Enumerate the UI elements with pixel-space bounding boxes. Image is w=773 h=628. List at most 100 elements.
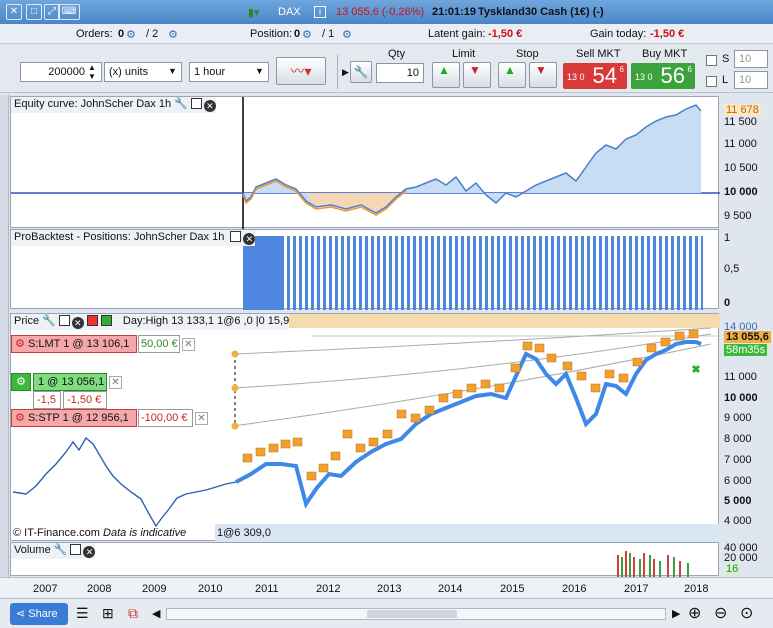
price-axis: 14 000 13 055,6 58m35s 11 000 10 000 9 0… (720, 313, 773, 541)
keyboard-icon[interactable]: ⌨ (58, 4, 80, 20)
scrollbar-thumb[interactable] (367, 610, 457, 618)
window-icon[interactable] (58, 315, 70, 326)
close-icon[interactable]: ✕ (83, 546, 96, 558)
sell-price-big: 54 (592, 63, 617, 88)
limit-label: Limit (452, 48, 476, 60)
price-tick: 5 000 (724, 495, 752, 507)
price-tick: 11 000 (724, 371, 757, 383)
spreadsheet-icon[interactable]: ⊞ (102, 605, 114, 622)
orders-label: Orders: (76, 28, 113, 40)
indicator-menu-button[interactable]: 〰▾ (276, 57, 326, 85)
today-label: Gain today: (590, 28, 647, 40)
sell-price-sup: 6 (619, 65, 624, 74)
gear-icon[interactable]: ⚙ (11, 373, 31, 391)
scroll-right-icon[interactable]: ▶ (672, 607, 680, 620)
position-gear-icon[interactable]: ⚙ (302, 28, 312, 41)
close-icon[interactable]: ✕ (243, 233, 256, 245)
wrench-icon[interactable]: 🔧 (350, 61, 372, 83)
info-icon[interactable]: i (314, 6, 326, 18)
scroll-left-icon[interactable]: ◀ (152, 607, 160, 620)
position-label: Position: (250, 28, 293, 40)
zoom-out-icon[interactable]: ⊖ (714, 603, 727, 623)
list-icon[interactable]: ☰ (76, 605, 89, 622)
positions-axis: 1 0,5 0 (720, 229, 773, 309)
buy-limit-button[interactable]: ▲ (432, 62, 460, 88)
chevron-down-icon: ▼ (255, 66, 264, 76)
instrument-fullname: Tyskland30 Cash (1€) (-) (478, 6, 604, 18)
orders-settings-icon[interactable]: ⚙ (168, 28, 178, 41)
zoom-in-icon[interactable]: ⊕ (688, 603, 701, 623)
equity-tick: 11 000 (724, 138, 757, 150)
separator (337, 55, 338, 89)
window-icon[interactable] (230, 231, 242, 242)
stop-checkbox[interactable] (706, 55, 717, 66)
x-tick: 2008 (87, 583, 112, 595)
countdown: 58m35s (724, 344, 768, 356)
collapse-icon[interactable]: ▶ (342, 67, 349, 78)
wrench-icon[interactable]: 🔧 (174, 98, 188, 110)
orders-count: 0 (118, 28, 125, 40)
equity-tick: 10 500 (724, 162, 758, 174)
limit-order-tag[interactable]: ⚙ S:LMT 1 @ 13 106,1 (11, 335, 137, 353)
qty-input[interactable]: 10 (376, 63, 424, 83)
down-arrow-icon[interactable] (86, 315, 98, 326)
limit-distance-input[interactable]: 10 (734, 71, 768, 89)
equity-tick: 11 678 (724, 104, 761, 116)
instrument-name[interactable]: DAX (278, 6, 301, 18)
close-icon[interactable]: ✕ (182, 338, 195, 351)
buy-market-button[interactable]: 13 0 56 6 (631, 63, 695, 89)
position-settings-icon[interactable]: ⚙ (342, 28, 352, 41)
close-icon[interactable]: ✕ (203, 100, 216, 112)
position-total: / 1 (322, 28, 335, 40)
x-tick: 2007 (33, 583, 58, 595)
wrench-icon[interactable]: 🔧 (42, 315, 56, 327)
buy-price-big: 56 (660, 63, 685, 88)
volume-title: Volume (14, 544, 51, 556)
window-icon[interactable]: □ (26, 4, 42, 20)
window-icon[interactable] (190, 98, 202, 109)
close-icon[interactable]: ✕ (195, 412, 208, 425)
price-title: Price (14, 315, 40, 327)
equity-tick: 10 000 (724, 186, 758, 198)
volume-last: 16 (724, 563, 741, 575)
x-axis: 2007 2008 2009 2010 2011 2012 2013 2014 … (0, 577, 773, 597)
price-tick: 7 000 (724, 454, 752, 466)
window-icon[interactable] (70, 544, 82, 555)
latent-label: Latent gain: (428, 28, 486, 40)
position-gain: -1,50 € (63, 391, 107, 409)
sell-limit-button[interactable]: ▼ (463, 62, 491, 88)
close-icon[interactable]: ✕ (6, 4, 22, 20)
equity-panel: Equity curve: JohnScher Dax 1h 🔧 ✕ (10, 96, 720, 229)
chart-add-icon[interactable]: ⧉ (128, 605, 138, 622)
buy-price-prefix: 13 0 (635, 72, 653, 82)
sell-market-button[interactable]: 13 0 54 6 (563, 63, 627, 89)
x-tick: 2012 (316, 583, 341, 595)
positions-panel: ProBacktest - Positions: JohnScher Dax 1… (10, 229, 719, 310)
share-button[interactable]: ⋖ Share (10, 603, 68, 625)
equity-header: Equity curve: JohnScher Dax 1h 🔧 ✕ (11, 97, 216, 113)
stop-order-tag[interactable]: ⚙ S:STP 1 @ 12 956,1 (11, 409, 137, 427)
stop-order-label: S:STP 1 @ 12 956,1 (27, 412, 129, 424)
price-tick: 10 000 (724, 392, 758, 404)
scrollbar[interactable] (166, 608, 666, 620)
copyright: © IT-Finance.com Data is indicative (13, 527, 187, 539)
position-tag[interactable]: 1 @ 13 056,1 (33, 373, 107, 391)
orders-gear-icon[interactable]: ⚙ (126, 28, 136, 41)
up-arrow-icon[interactable] (100, 315, 112, 326)
price-change: 13 055,6 (-0,26%) (336, 6, 425, 18)
wrench-icon[interactable]: 🔧 (54, 544, 68, 556)
share-icon: ⋖ (16, 608, 26, 620)
limit-checkbox[interactable] (706, 76, 717, 87)
close-icon[interactable]: ✕ (109, 376, 122, 389)
buy-stop-button[interactable]: ▲ (498, 62, 526, 88)
sell-stop-button[interactable]: ▼ (529, 62, 557, 88)
x-tick: 2013 (377, 583, 402, 595)
close-icon[interactable]: ✕ (71, 317, 84, 329)
equity-axis: 11 678 11 500 11 000 10 500 10 000 9 500 (720, 96, 773, 228)
quantity-stepper[interactable]: ▲ ▼ (88, 63, 96, 81)
positions-tick: 0 (724, 297, 731, 309)
zoom-fit-icon[interactable]: ⊙ (740, 603, 753, 623)
stop-distance-input[interactable]: 10 (734, 50, 768, 68)
title-bar: ✕ □ ⤢ ⌨ ▮▾ DAX i 13 055,6 (-0,26%) 21:01… (0, 0, 773, 24)
volume-axis: 40 000 20 000 16 (720, 542, 773, 576)
